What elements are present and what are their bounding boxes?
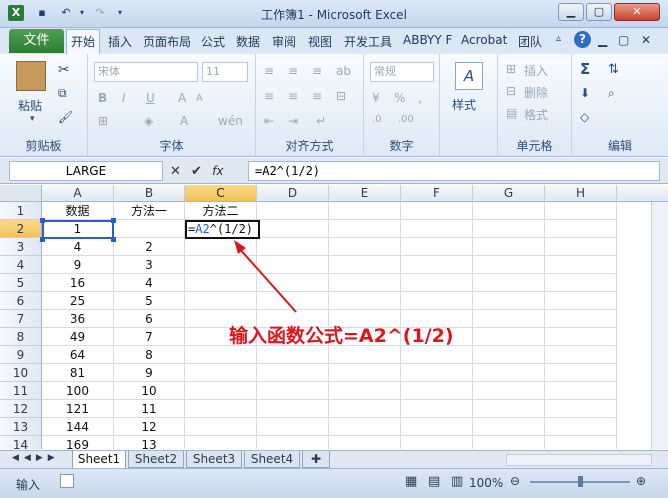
zoom-in-icon[interactable]: ⊕ <box>636 474 646 488</box>
sheet-navigation-icon[interactable]: ◀◀▶▶ <box>12 453 60 463</box>
normal-view-icon[interactable]: ▦ <box>405 474 417 489</box>
arrow-line <box>237 246 297 313</box>
annotation-text: 输入函数公式=A2^(1/2) <box>229 325 454 347</box>
page-layout-view-icon[interactable]: ▤ <box>428 474 440 489</box>
sheet-tab-1[interactable]: Sheet1 <box>72 451 126 469</box>
sheet-tab-4[interactable]: Sheet4 <box>244 451 300 468</box>
sheet-tab-2[interactable]: Sheet2 <box>128 451 184 468</box>
zoom-out-icon[interactable]: ⊖ <box>510 474 520 488</box>
status-mode: 输入 <box>16 478 41 492</box>
sheet-tabs-bar: ◀◀▶▶ Sheet1 Sheet2 Sheet3 Sheet4 ✚ <box>0 450 668 469</box>
macro-record-icon[interactable] <box>60 474 74 488</box>
horizontal-scrollbar[interactable] <box>506 454 652 466</box>
arrow-head <box>234 240 246 254</box>
annotation-arrow <box>234 240 297 313</box>
status-bar: 输入 ▦ ▤ ▥ 100% ⊖ ⊕ <box>0 468 668 498</box>
page-break-view-icon[interactable]: ▥ <box>451 474 463 489</box>
zoom-slider-thumb[interactable] <box>578 476 583 487</box>
zoom-level[interactable]: 100% <box>469 476 503 490</box>
insert-sheet-icon[interactable]: ✚ <box>302 451 330 468</box>
sheet-tab-3[interactable]: Sheet3 <box>186 451 242 468</box>
